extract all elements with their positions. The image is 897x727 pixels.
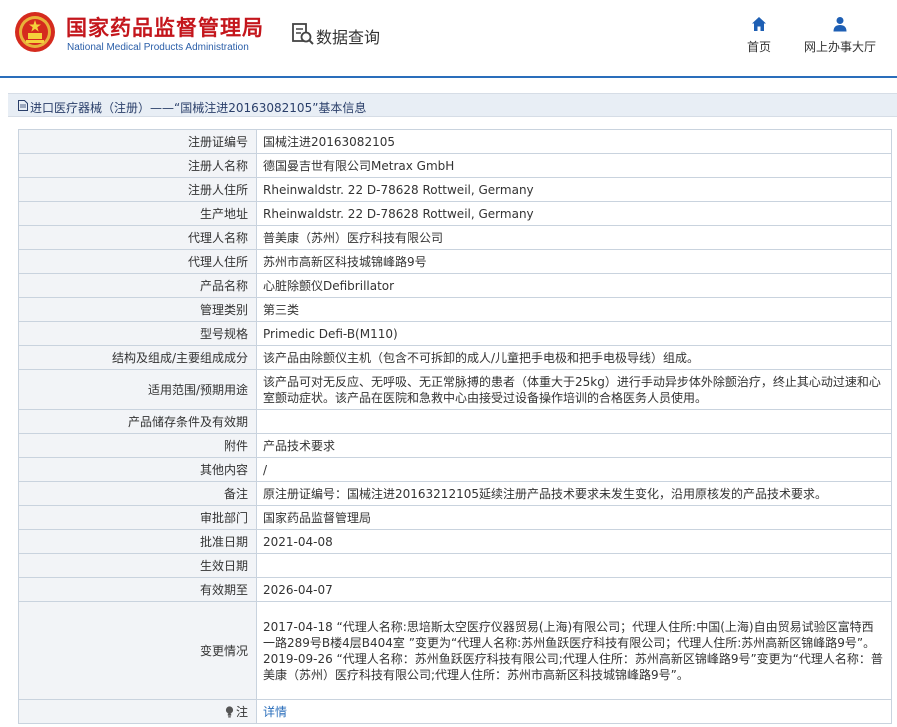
table-row: 适用范围/预期用途 该产品可对无反应、无呼吸、无正常脉搏的患者（体重大于25kg… [18, 369, 892, 410]
row-label: 结构及组成/主要组成成分 [18, 345, 257, 370]
row-label: 适用范围/预期用途 [18, 369, 257, 410]
table-row: 产品储存条件及有效期 [18, 409, 892, 434]
table-row: 注册人名称 德国曼吉世有限公司Metrax GmbH [18, 153, 892, 178]
header-divider [0, 76, 897, 78]
table-row: 结构及组成/主要组成成分 该产品由除颤仪主机（包含不可拆卸的成人/儿童把手电极和… [18, 345, 892, 370]
row-label: 注册证编号 [18, 129, 257, 154]
row-value: 心脏除颤仪Defibrillator [256, 273, 892, 298]
nav-online-hall-link[interactable]: 网上办事大厅 [800, 16, 880, 55]
row-label: 产品储存条件及有效期 [18, 409, 257, 434]
note-value: 详情 [256, 699, 892, 724]
national-emblem-icon [15, 12, 55, 52]
changes-label: 变更情况 [18, 601, 257, 700]
row-label: 审批部门 [18, 505, 257, 530]
breadcrumb-text: 进口医疗器械（注册）——“国械注进20163082105”基本信息 [30, 101, 367, 115]
row-label: 其他内容 [18, 457, 257, 482]
page-title: 数据查询 [316, 28, 381, 47]
row-value: 德国曼吉世有限公司Metrax GmbH [256, 153, 892, 178]
table-row: 其他内容 / [18, 457, 892, 482]
row-label: 管理类别 [18, 297, 257, 322]
lightbulb-icon [225, 705, 234, 717]
changes-value: 2017-04-18 “代理人名称:思培斯太空医疗仪器贸易(上海)有限公司；代理… [256, 601, 892, 700]
row-label: 生效日期 [18, 553, 257, 578]
row-value: 该产品由除颤仪主机（包含不可拆卸的成人/儿童把手电极和把手电极导线）组成。 [256, 345, 892, 370]
site-header: 国家药品监督管理局 National Medical Products Admi… [0, 0, 897, 78]
row-label: 型号规格 [18, 321, 257, 346]
row-value: 国械注进20163082105 [256, 129, 892, 154]
table-row: 代理人住所 苏州市高新区科技城锦峰路9号 [18, 249, 892, 274]
note-label: 注 [235, 704, 248, 719]
row-label: 备注 [18, 481, 257, 506]
row-label: 代理人名称 [18, 225, 257, 250]
table-row: 备注 原注册证编号：国械注进20163212105延续注册产品技术要求未发生变化… [18, 481, 892, 506]
table-row: 生产地址 Rheinwaldstr. 22 D-78628 Rottweil, … [18, 201, 892, 226]
row-value: 产品技术要求 [256, 433, 892, 458]
row-value: Rheinwaldstr. 22 D-78628 Rottweil, Germa… [256, 201, 892, 226]
row-value: Primedic Defi-B(M110) [256, 321, 892, 346]
note-label-cell: 注 [18, 699, 257, 724]
details-link[interactable]: 详情 [263, 705, 287, 719]
row-label: 产品名称 [18, 273, 257, 298]
nav-home-link[interactable]: 首页 [744, 16, 774, 55]
org-name-cn: 国家药品监督管理局 [66, 16, 264, 40]
change-entry: 2017-04-18 “代理人名称:思培斯太空医疗仪器贸易(上海)有限公司；代理… [263, 619, 876, 650]
table-row: 注册证编号 国械注进20163082105 [18, 129, 892, 154]
row-value: 国家药品监督管理局 [256, 505, 892, 530]
table-row: 管理类别 第三类 [18, 297, 892, 322]
row-label: 代理人住所 [18, 249, 257, 274]
row-label: 注册人名称 [18, 153, 257, 178]
row-value: Rheinwaldstr. 22 D-78628 Rottweil, Germa… [256, 177, 892, 202]
row-value: 该产品可对无反应、无呼吸、无正常脉搏的患者（体重大于25kg）进行手动异步体外除… [256, 369, 892, 410]
row-label: 注册人住所 [18, 177, 257, 202]
row-value: 2021-04-08 [256, 529, 892, 554]
table-row: 产品名称 心脏除颤仪Defibrillator [18, 273, 892, 298]
table-row: 代理人名称 普美康（苏州）医疗科技有限公司 [18, 225, 892, 250]
row-label: 生产地址 [18, 201, 257, 226]
table-row: 有效期至 2026-04-07 [18, 577, 892, 602]
table-row: 型号规格 Primedic Defi-B(M110) [18, 321, 892, 346]
breadcrumb: 进口医疗器械（注册）——“国械注进20163082105”基本信息 [8, 93, 897, 117]
row-label: 附件 [18, 433, 257, 458]
table-row: 生效日期 [18, 553, 892, 578]
device-info-table: 注册证编号 国械注进20163082105 注册人名称 德国曼吉世有限公司Met… [18, 129, 892, 724]
table-row: 注册人住所 Rheinwaldstr. 22 D-78628 Rottweil,… [18, 177, 892, 202]
document-icon [18, 100, 28, 111]
org-name-en: National Medical Products Administration [67, 42, 249, 53]
row-value: / [256, 457, 892, 482]
table-row: 审批部门 国家药品监督管理局 [18, 505, 892, 530]
table-row-note: 注 详情 [18, 699, 892, 724]
home-icon [752, 17, 766, 31]
row-value [256, 553, 892, 578]
user-icon [833, 17, 847, 32]
table-row: 附件 产品技术要求 [18, 433, 892, 458]
row-value: 苏州市高新区科技城锦峰路9号 [256, 249, 892, 274]
row-label: 有效期至 [18, 577, 257, 602]
row-value: 2026-04-07 [256, 577, 892, 602]
nav-online-hall-label: 网上办事大厅 [803, 40, 876, 54]
row-label: 批准日期 [18, 529, 257, 554]
change-entry: 2019-09-26 “代理人名称：苏州鱼跃医疗科技有限公司;代理人住所：苏州高… [263, 651, 883, 682]
row-value: 普美康（苏州）医疗科技有限公司 [256, 225, 892, 250]
row-value [256, 409, 892, 434]
data-query-icon [292, 23, 314, 45]
table-row: 批准日期 2021-04-08 [18, 529, 892, 554]
row-value: 第三类 [256, 297, 892, 322]
nav-home-label: 首页 [746, 40, 771, 54]
table-row-changes: 变更情况 2017-04-18 “代理人名称:思培斯太空医疗仪器贸易(上海)有限… [18, 601, 892, 700]
row-value: 原注册证编号：国械注进20163212105延续注册产品技术要求未发生变化，沿用… [256, 481, 892, 506]
